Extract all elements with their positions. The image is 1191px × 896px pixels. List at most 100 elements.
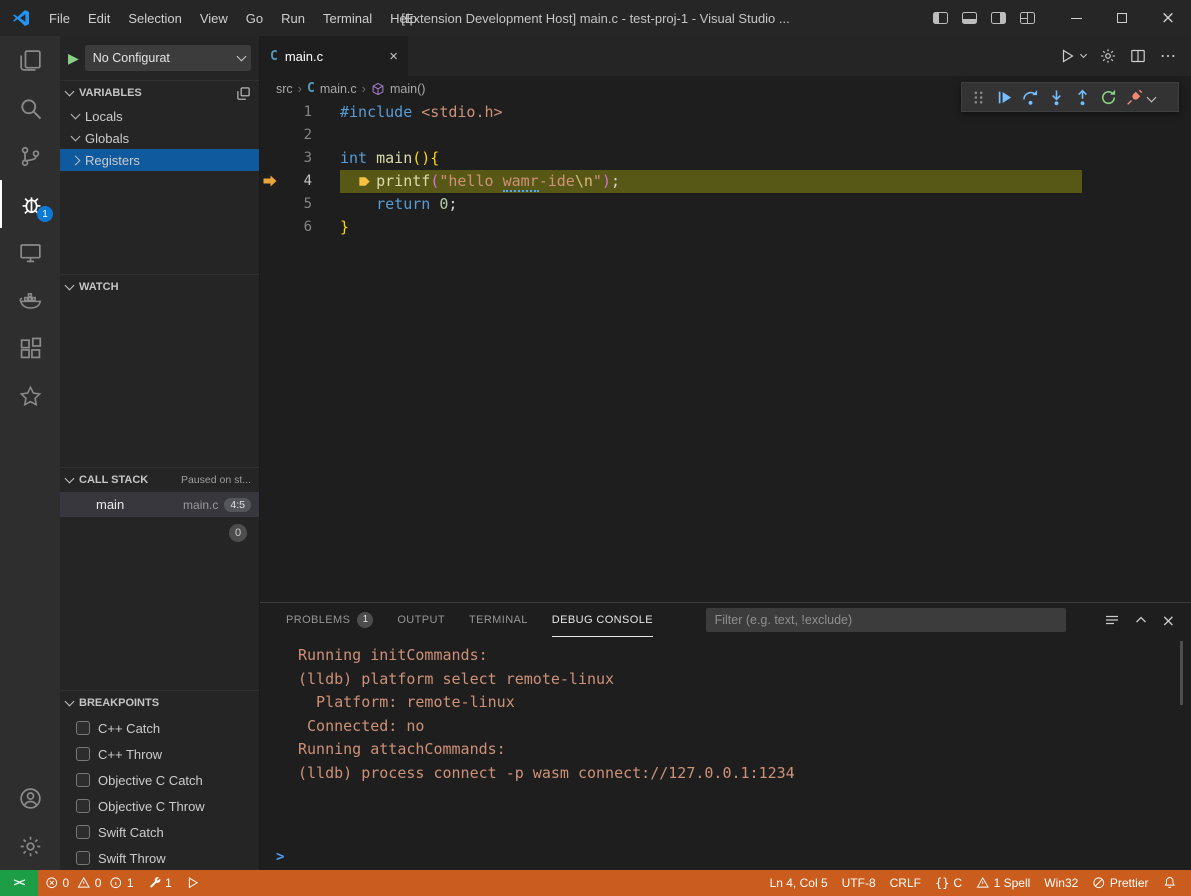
restart-button[interactable] (1095, 84, 1121, 110)
breakpoint-c-catch[interactable]: C++ Catch (60, 715, 259, 741)
disconnect-dropdown-chevron-icon[interactable] (1147, 92, 1157, 102)
remote-indicator[interactable]: >< (0, 870, 38, 896)
start-debugging-icon[interactable]: ▶ (68, 50, 79, 67)
tab-close-icon[interactable]: × (389, 48, 398, 65)
continue-button[interactable] (991, 84, 1017, 110)
formatter-status[interactable]: Prettier (1085, 870, 1155, 896)
breadcrumb-file[interactable]: main.c (320, 82, 357, 96)
breakpoint-checkbox[interactable] (76, 773, 90, 787)
c-file-icon: C (270, 49, 278, 64)
error-count: 0 (63, 876, 70, 890)
console-line: (lldb) process connect -p wasm connect:/… (298, 762, 1191, 786)
activity-favorites[interactable] (0, 372, 60, 420)
menu-edit[interactable]: Edit (79, 5, 119, 31)
split-editor-icon[interactable] (1130, 48, 1146, 64)
open-panel-icon[interactable] (236, 86, 251, 101)
settings-gear-icon[interactable] (1100, 48, 1116, 64)
panel-scrollbar[interactable] (1180, 641, 1183, 705)
menu-view[interactable]: View (191, 5, 237, 31)
spell-status[interactable]: 1 Spell (969, 870, 1037, 896)
console-filter-input[interactable] (706, 608, 1066, 632)
toggle-sidebar-icon[interactable] (933, 12, 948, 24)
watch-header[interactable]: WATCH (60, 275, 259, 299)
menu-go[interactable]: Go (237, 5, 272, 31)
remote-icon: >< (14, 877, 25, 889)
activity-extensions[interactable] (0, 324, 60, 372)
close-panel-icon[interactable]: × (1162, 611, 1175, 630)
activity-source-control[interactable] (0, 132, 60, 180)
variables-header[interactable]: VARIABLES (60, 81, 259, 105)
menu-file[interactable]: File (40, 5, 79, 31)
chevron-down-icon (237, 52, 247, 62)
breadcrumb-symbol[interactable]: main() (390, 82, 425, 96)
breakpoint-checkbox[interactable] (76, 851, 90, 865)
problems-status[interactable]: 0 0 1 (38, 870, 141, 896)
code-editor[interactable]: 1#include <stdio.h>23int main(){4 printf… (260, 101, 1191, 602)
breakpoint-swift-throw[interactable]: Swift Throw (60, 845, 259, 870)
breakpoint-checkbox[interactable] (76, 721, 90, 735)
panel-tab-debug-console[interactable]: DEBUG CONSOLE (552, 603, 653, 637)
panel-tab-terminal[interactable]: TERMINAL (469, 603, 528, 637)
breakpoint-checkbox[interactable] (76, 747, 90, 761)
watch-section: WATCH (60, 274, 259, 467)
eol-status[interactable]: CRLF (883, 870, 928, 896)
minimize-button[interactable] (1053, 0, 1099, 36)
breakpoint-checkbox[interactable] (76, 799, 90, 813)
variables-item-globals[interactable]: Globals (60, 127, 259, 149)
breadcrumb-src[interactable]: src (276, 82, 293, 96)
console-lines-icon[interactable] (1104, 612, 1120, 628)
breakpoint-checkbox[interactable] (76, 825, 90, 839)
call-stack-header[interactable]: CALL STACK Paused on st... (60, 468, 259, 492)
activity-explorer[interactable] (0, 36, 60, 84)
variables-item-registers[interactable]: Registers (60, 149, 259, 171)
toolbar-gripper[interactable] (965, 84, 991, 110)
menu-terminal[interactable]: Terminal (314, 5, 381, 31)
tab-main-c[interactable]: C main.c × (260, 36, 408, 76)
launch-configuration-dropdown[interactable]: No Configurat (85, 45, 251, 71)
menu-selection[interactable]: Selection (119, 5, 190, 31)
close-button[interactable]: × (1145, 0, 1191, 36)
debug-status[interactable] (179, 870, 207, 896)
encoding-status[interactable]: UTF-8 (835, 870, 883, 896)
debug-console-input[interactable]: > (260, 844, 1191, 870)
panel-tab-output[interactable]: OUTPUT (397, 603, 445, 637)
breakpoint-swift-catch[interactable]: Swift Catch (60, 819, 259, 845)
maximize-button[interactable] (1099, 0, 1145, 36)
notifications-status[interactable] (1156, 870, 1184, 896)
breakpoints-header[interactable]: BREAKPOINTS (60, 691, 259, 715)
activity-search[interactable] (0, 84, 60, 132)
breakpoint-objective-c-catch[interactable]: Objective C Catch (60, 767, 259, 793)
run-file-icon[interactable] (1060, 48, 1076, 64)
run-dropdown-chevron-icon[interactable] (1080, 51, 1087, 58)
language-status[interactable]: {} C (928, 870, 969, 896)
platform-status[interactable]: Win32 (1037, 870, 1085, 896)
maximize-panel-icon[interactable] (1133, 612, 1149, 628)
title-bar: FileEditSelectionViewGoRunTerminalHelp [… (0, 0, 1191, 36)
more-actions-icon[interactable]: ⋯ (1160, 46, 1177, 66)
activity-settings[interactable] (0, 822, 60, 870)
breakpoints-section: BREAKPOINTS C++ CatchC++ ThrowObjective … (60, 690, 259, 870)
toggle-panel-icon[interactable] (962, 12, 977, 24)
line-col-status[interactable]: Ln 4, Col 5 (763, 870, 835, 896)
stack-frame-row[interactable]: main main.c 4:5 (60, 492, 259, 517)
variables-item-label: Locals (85, 109, 123, 124)
step-over-button[interactable] (1017, 84, 1043, 110)
customize-layout-icon[interactable] (1020, 12, 1035, 24)
activity-accounts[interactable] (0, 774, 60, 822)
panel: PROBLEMS1OUTPUTTERMINALDEBUG CONSOLE × R… (260, 602, 1191, 870)
toggle-secondary-sidebar-icon[interactable] (991, 12, 1006, 24)
launch-configuration-label: No Configurat (93, 51, 170, 65)
tools-status[interactable]: 1 (141, 870, 179, 896)
activity-docker[interactable] (0, 276, 60, 324)
activity-run-and-debug[interactable]: 1 (0, 180, 60, 228)
breakpoint-c-throw[interactable]: C++ Throw (60, 741, 259, 767)
variables-item-locals[interactable]: Locals (60, 105, 259, 127)
menu-help[interactable]: Help (381, 5, 426, 31)
activity-remote-explorer[interactable] (0, 228, 60, 276)
breakpoint-objective-c-throw[interactable]: Objective C Throw (60, 793, 259, 819)
step-out-button[interactable] (1069, 84, 1095, 110)
step-into-button[interactable] (1043, 84, 1069, 110)
disconnect-button[interactable] (1121, 84, 1147, 110)
menu-run[interactable]: Run (272, 5, 314, 31)
panel-tab-problems[interactable]: PROBLEMS1 (286, 603, 373, 637)
